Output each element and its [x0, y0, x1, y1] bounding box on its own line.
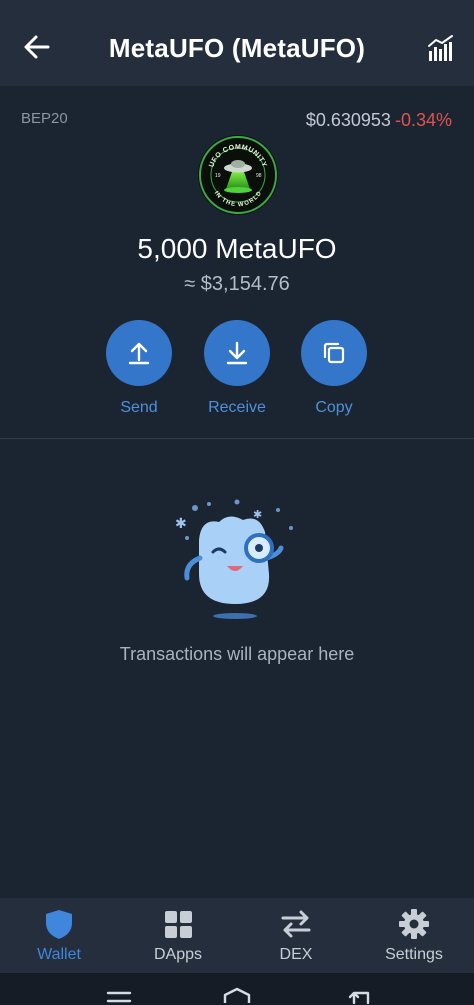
- app-bar: MetaUFO (MetaUFO): [0, 0, 474, 86]
- divider: [0, 438, 474, 439]
- back-nav-icon[interactable]: [346, 987, 374, 1005]
- nav-settings[interactable]: Settings: [364, 908, 464, 964]
- shield-icon: [46, 910, 72, 939]
- send-circle[interactable]: [106, 320, 172, 386]
- nav-dapps-label: DApps: [153, 946, 203, 963]
- bottom-nav: Wallet DApps DEX Settings: [0, 898, 474, 973]
- token-price: $0.630953: [305, 110, 391, 130]
- copy-icon: [323, 342, 345, 364]
- nav-dex-label: DEX: [279, 946, 313, 963]
- page-title: MetaUFO (MetaUFO): [108, 33, 366, 63]
- svg-text:✱: ✱: [253, 508, 262, 521]
- grid-icon: [165, 911, 192, 938]
- nav-settings-label: Settings: [385, 946, 443, 963]
- send-button[interactable]: Send: [89, 320, 189, 417]
- receive-circle[interactable]: [204, 320, 270, 386]
- menu-icon[interactable]: [106, 989, 132, 1005]
- copy-button[interactable]: Copy: [284, 320, 384, 417]
- arrow-up-icon: [128, 342, 150, 365]
- receive-button[interactable]: Receive: [187, 320, 287, 417]
- nav-dapps[interactable]: DApps: [128, 908, 228, 964]
- send-label: Send: [120, 399, 158, 416]
- nav-wallet-label: Wallet: [37, 946, 81, 963]
- price-change: -0.34%: [394, 110, 452, 130]
- receive-label: Receive: [208, 399, 266, 416]
- system-nav-bar: [0, 973, 474, 1005]
- logo-num-left: 19: [215, 173, 221, 179]
- chart-icon: [428, 35, 453, 61]
- swap-icon: [281, 910, 311, 938]
- logo-num-right: 98: [256, 173, 262, 179]
- copy-label: Copy: [315, 399, 353, 416]
- price-row: $0.630953 -0.34%: [306, 110, 452, 131]
- token-logo: UFO COMMUNITY IN THE WORLD 19 98: [198, 135, 278, 215]
- copy-circle[interactable]: [301, 320, 367, 386]
- gear-icon: [399, 909, 429, 939]
- arrow-down-icon: [226, 341, 248, 365]
- fiat-balance: ≈ $3,154.76: [184, 273, 290, 295]
- svg-text:✱: ✱: [175, 516, 187, 532]
- empty-state-text: Transactions will appear here: [119, 644, 355, 664]
- nav-wallet[interactable]: Wallet: [9, 908, 109, 964]
- network-badge: BEP20: [21, 110, 68, 127]
- home-icon[interactable]: [222, 987, 252, 1005]
- empty-state-illustration: ✱ ✱: [167, 496, 307, 624]
- token-balance: 5,000 MetaUFO: [137, 233, 337, 264]
- chart-button[interactable]: [426, 33, 456, 63]
- nav-dex[interactable]: DEX: [246, 908, 346, 964]
